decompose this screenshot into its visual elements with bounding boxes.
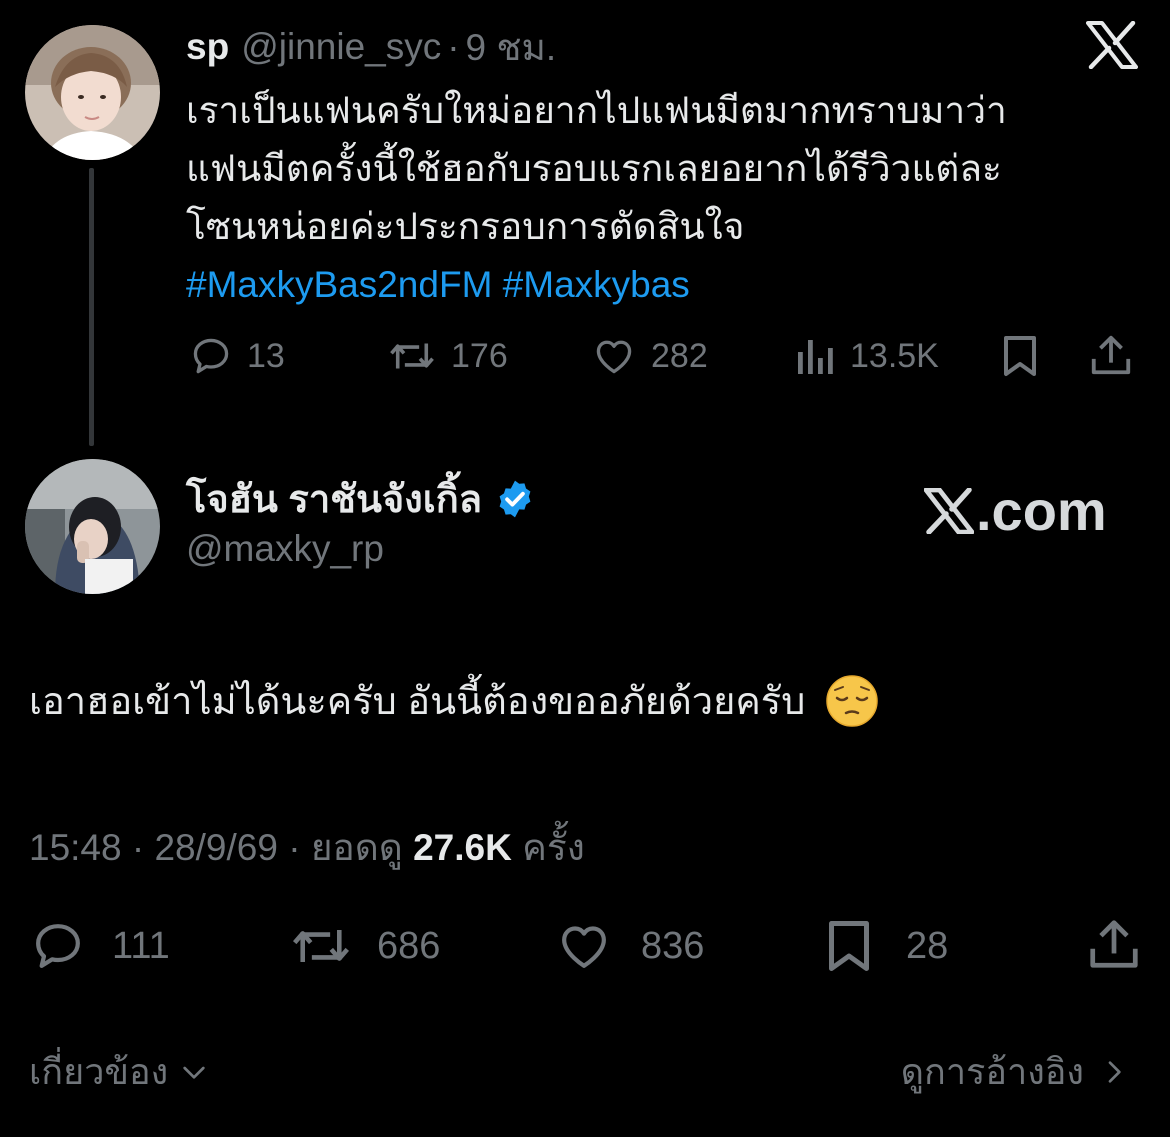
main-tweet-text: เอาฮอเข้าไม่ได้นะครับ อันนี้ต้องขออภัยด้… (29, 681, 806, 723)
parent-repost-action[interactable]: 176 (387, 334, 508, 378)
repost-icon (292, 930, 350, 962)
meta-separator: · (131, 827, 145, 868)
pensive-face-emoji (826, 674, 879, 727)
x-com-watermark: .com (924, 478, 1107, 543)
tweet-time[interactable]: 15:48 (29, 827, 122, 868)
main-repost-action[interactable]: 686 (289, 918, 440, 974)
repost-icon (390, 343, 434, 369)
related-dropdown[interactable]: เกี่ยวข้อง (29, 1043, 210, 1100)
bookmark-icon (829, 921, 869, 971)
parent-reply-count: 13 (247, 336, 285, 375)
main-bookmark-count: 28 (906, 924, 949, 967)
heart-icon (596, 340, 632, 374)
views-label: ยอดดู (310, 827, 403, 868)
views-suffix: ครั้ง (522, 827, 585, 868)
parent-text-line: แฟนมีตครั้งนี้ใช้ฮอกับรอบแรกเลยอยากได้รี… (186, 148, 1002, 189)
main-like-count: 836 (641, 924, 705, 967)
parent-view-count: 13.5K (850, 336, 939, 375)
tweet-meta: 15:48 · 28/9/69 · ยอดดู 27.6K ครั้ง (29, 818, 585, 877)
main-tweet-text-row: เอาฮอเข้าไม่ได้นะครับ อันนี้ต้องขออภัยด้… (29, 670, 879, 731)
main-share-action[interactable] (1088, 915, 1140, 973)
parent-time[interactable]: 9 ชม. (466, 18, 557, 77)
chevron-down-icon (183, 1066, 205, 1079)
chevron-right-icon (1108, 1060, 1121, 1083)
share-icon (1091, 335, 1131, 375)
parent-handle[interactable]: @jinnie_syc (241, 26, 441, 68)
parent-avatar[interactable] (25, 25, 160, 160)
parent-bookmark-action[interactable] (1000, 334, 1040, 378)
share-icon (1090, 920, 1138, 968)
parent-tweet-text: เราเป็นแฟนครับใหม่อยากไปแฟนมีตมากทราบมาว… (186, 82, 1146, 314)
x-logo-icon (1086, 20, 1138, 70)
related-label: เกี่ยวข้อง (29, 1051, 169, 1092)
parent-tweet-header: sp @jinnie_syc · 9 ชม. (186, 20, 556, 74)
parent-text-line: โซนหน่อยค่ะประกรอบการตัดสินใจ (186, 206, 745, 247)
verified-badge-icon (499, 480, 531, 517)
main-avatar[interactable] (25, 459, 160, 594)
thread-connector-line (89, 168, 94, 446)
bookmark-icon (1004, 336, 1036, 376)
view-quotes-link[interactable]: ดูการอ้างอิง (901, 1043, 1130, 1100)
reply-icon (193, 338, 229, 374)
main-display-name-row: โจฮัน ราชันจังเกิ้ล (186, 468, 536, 529)
main-display-name[interactable]: โจฮัน ราชันจังเกิ้ล (186, 468, 482, 529)
main-reply-action[interactable]: 111 (30, 918, 170, 974)
views-icon (798, 340, 833, 374)
parent-share-action[interactable] (1089, 332, 1133, 378)
x-logo-icon (924, 487, 974, 534)
main-reply-count: 111 (112, 924, 170, 967)
parent-reply-action[interactable]: 13 (189, 334, 285, 378)
heart-icon (562, 926, 606, 968)
views-count[interactable]: 27.6K (413, 827, 512, 868)
parent-like-action[interactable]: 282 (591, 334, 708, 378)
watermark-text: .com (976, 479, 1107, 542)
parent-text-line: เราเป็นแฟนครับใหม่อยากไปแฟนมีตมากทราบมาว… (186, 90, 1007, 131)
parent-like-count: 282 (651, 336, 708, 375)
main-handle[interactable]: @maxky_rp (186, 528, 384, 570)
main-bookmark-action[interactable]: 28 (824, 918, 948, 974)
main-repost-count: 686 (377, 924, 441, 967)
reply-icon (36, 924, 80, 968)
parent-repost-count: 176 (451, 336, 508, 375)
main-like-action[interactable]: 836 (555, 918, 704, 974)
view-quotes-label: ดูการอ้างอิง (900, 1051, 1084, 1092)
parent-hashtags[interactable]: #MaxkyBas2ndFM #Maxkybas (186, 256, 1146, 314)
parent-separator: · (447, 26, 460, 67)
meta-separator: · (288, 827, 301, 868)
tweet-date[interactable]: 28/9/69 (154, 827, 277, 868)
parent-views-action[interactable]: 13.5K (796, 334, 939, 378)
parent-display-name[interactable]: sp (186, 26, 229, 68)
